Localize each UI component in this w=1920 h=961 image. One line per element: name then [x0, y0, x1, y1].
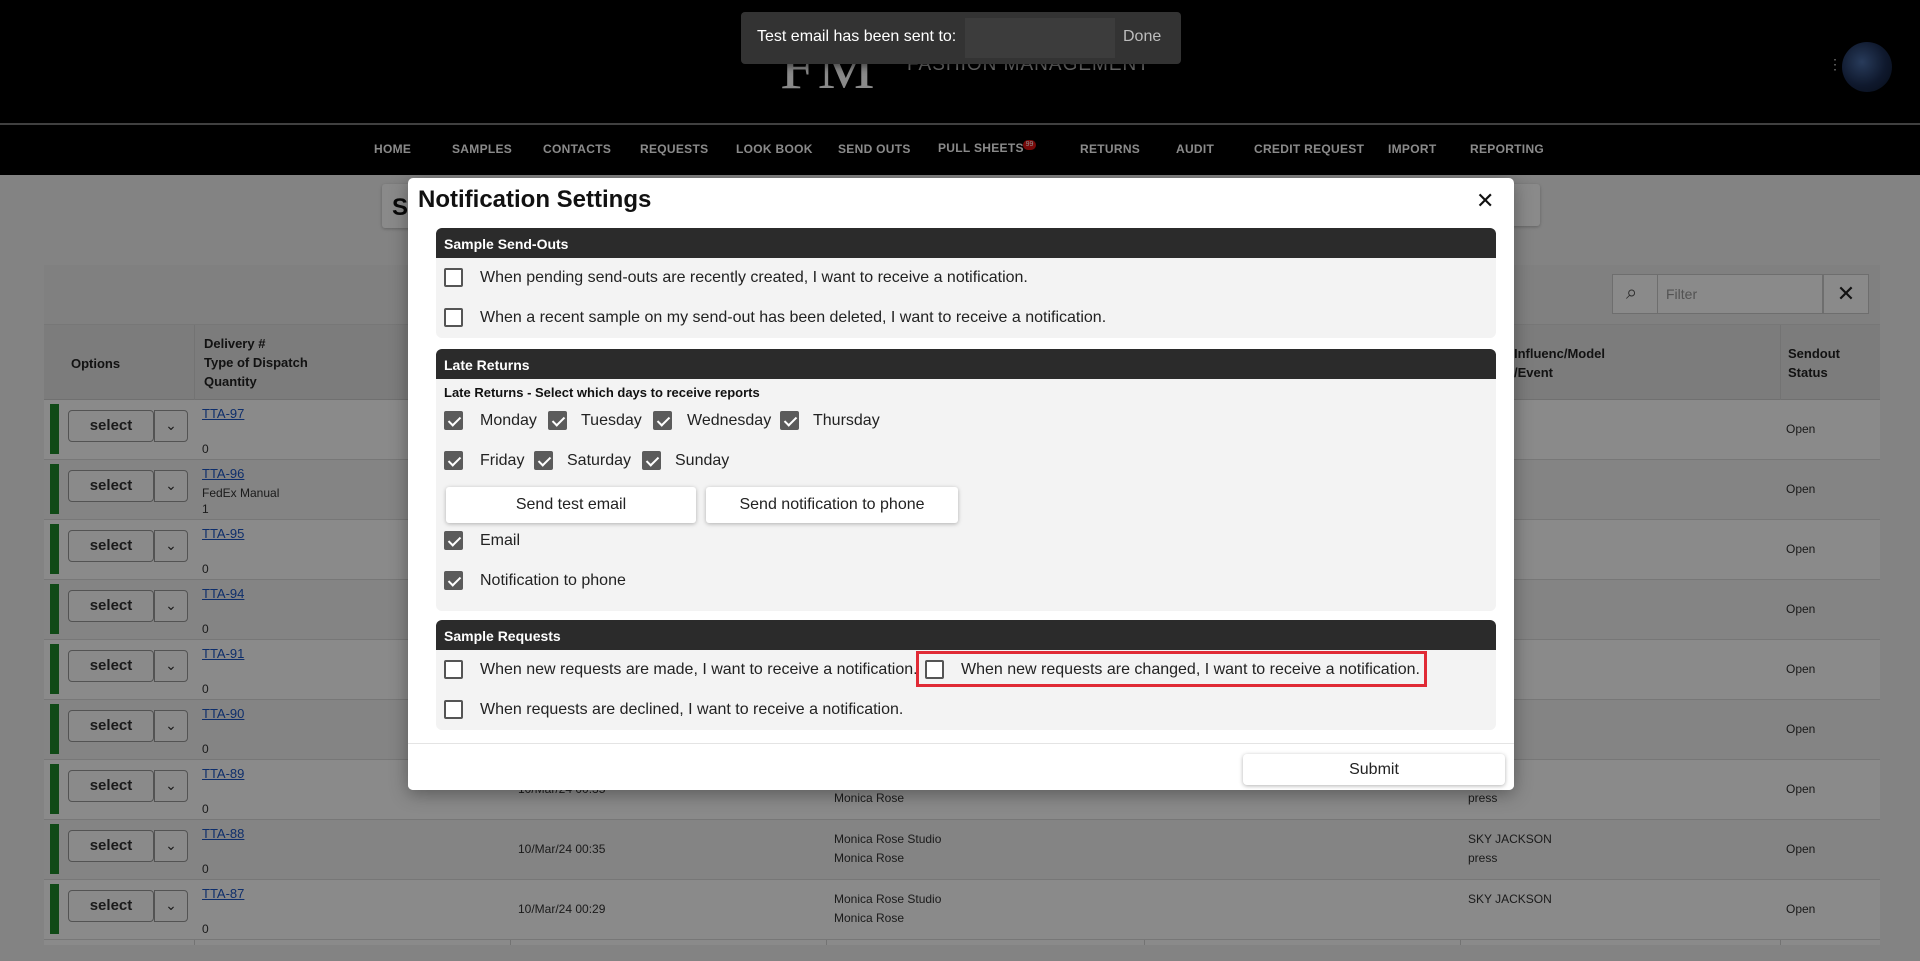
toast-recipient-redacted [965, 18, 1115, 58]
day-label: Saturday [567, 452, 632, 469]
checkbox-email[interactable] [444, 531, 463, 550]
toast-message: Test email has been sent to: [757, 28, 957, 45]
send-test-email-button[interactable]: Send test email [446, 487, 696, 523]
day-label: Wednesday [687, 412, 772, 429]
notification-settings-modal: Notification Settings ✕ Sample Send-Outs… [408, 178, 1514, 790]
modal-footer: Submit [408, 743, 1514, 790]
day-label: Friday [480, 452, 525, 469]
checkbox-tuesday[interactable] [548, 411, 567, 430]
day-label: Tuesday [581, 412, 642, 429]
checkbox-label: When pending send-outs are recently crea… [480, 269, 1028, 286]
channel-label: Email [480, 532, 521, 549]
checkbox-saturday[interactable] [534, 451, 553, 470]
close-icon[interactable]: ✕ [1476, 188, 1494, 214]
section-header: Sample Requests [436, 620, 1496, 650]
day-label: Monday [480, 412, 537, 429]
checkbox-sendouts-created[interactable] [444, 268, 463, 287]
checkbox-sunday[interactable] [642, 451, 661, 470]
send-phone-notification-button[interactable]: Send notification to phone [706, 487, 958, 523]
checkbox-label: When new requests are made, I want to re… [480, 661, 918, 678]
day-label: Thursday [813, 412, 880, 429]
checkbox-sample-deleted[interactable] [444, 308, 463, 327]
checkbox-phone[interactable] [444, 571, 463, 590]
checkbox-requests-made[interactable] [444, 660, 463, 679]
section-late-returns: Late Returns Late Returns - Select which… [436, 349, 1496, 611]
submit-button[interactable]: Submit [1243, 754, 1505, 785]
section-header: Sample Send-Outs [436, 228, 1496, 258]
toast-notification: Test email has been sent to: Done [741, 12, 1181, 64]
section-header: Late Returns [436, 349, 1496, 379]
channel-label: Notification to phone [480, 572, 626, 589]
section-send-outs: Sample Send-Outs When pending send-outs … [436, 228, 1496, 338]
checkbox-label: When requests are declined, I want to re… [480, 701, 904, 718]
checkbox-label: When a recent sample on my send-out has … [480, 309, 1107, 326]
late-returns-subtitle: Late Returns - Select which days to rece… [444, 385, 760, 400]
checkbox-friday[interactable] [444, 451, 463, 470]
checkbox-monday[interactable] [444, 411, 463, 430]
toast-done-button[interactable]: Done [1123, 28, 1161, 46]
modal-title: Notification Settings [418, 186, 652, 213]
checkbox-requests-declined[interactable] [444, 700, 463, 719]
day-label: Sunday [675, 452, 730, 469]
checkbox-wednesday[interactable] [653, 411, 672, 430]
highlight-box [916, 651, 1427, 687]
checkbox-thursday[interactable] [780, 411, 799, 430]
